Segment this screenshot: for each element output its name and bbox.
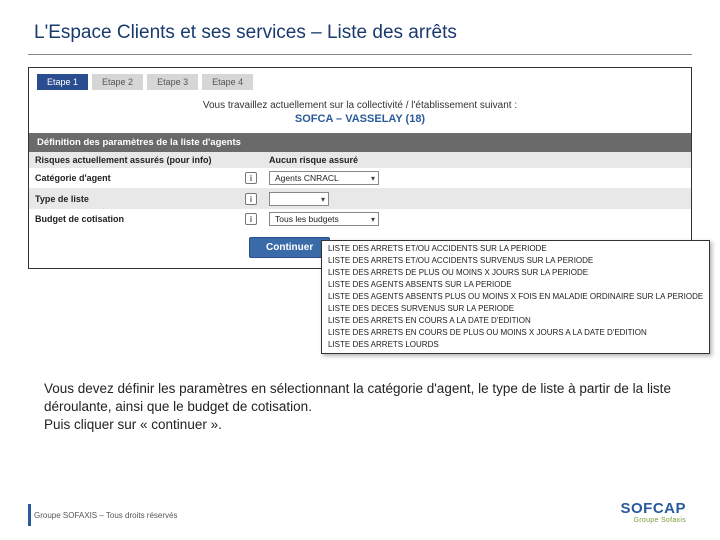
info-icon[interactable]: i: [245, 193, 257, 205]
chevron-down-icon: ▾: [371, 215, 375, 224]
risks-label: Risques actuellement assurés (pour info): [29, 152, 239, 168]
dropdown-option[interactable]: LISTE DES ARRETS LOURDS: [326, 339, 705, 351]
page-title: L'Espace Clients et ses services – Liste…: [0, 0, 720, 54]
brand-logo: SOFCAP Groupe Sofaxis: [620, 500, 686, 524]
params-section-header: Définition des paramètres de la liste d'…: [29, 133, 691, 152]
dropdown-option[interactable]: LISTE DES ARRETS EN COURS A LA DATE D'ED…: [326, 315, 705, 327]
row-budget: Budget de cotisation i Tous les budgets …: [29, 209, 691, 229]
budget-select[interactable]: Tous les budgets ▾: [269, 212, 379, 226]
dropdown-option[interactable]: LISTE DES ARRETS ET/OU ACCIDENTS SUR LA …: [326, 243, 705, 255]
type-label: Type de liste: [29, 188, 239, 209]
dropdown-option[interactable]: LISTE DES ARRETS DE PLUS OU MOINS X JOUR…: [326, 267, 705, 279]
working-on-label: Vous travaillez actuellement sur la coll…: [29, 98, 691, 111]
continue-button[interactable]: Continuer: [249, 237, 330, 258]
title-divider: [28, 54, 692, 55]
row-type: Type de liste i ▾: [29, 188, 691, 209]
info-icon[interactable]: i: [245, 172, 257, 184]
info-icon[interactable]: i: [245, 213, 257, 225]
logo-sub-text: Groupe Sofaxis: [620, 517, 686, 524]
category-select[interactable]: Agents CNRACL ▾: [269, 171, 379, 185]
budget-label: Budget de cotisation: [29, 209, 239, 229]
row-risks: Risques actuellement assurés (pour info)…: [29, 152, 691, 168]
dropdown-option[interactable]: LISTE DES ARRETS EN COURS DE PLUS OU MOI…: [326, 327, 705, 339]
dropdown-option[interactable]: LISTE DES AGENTS ABSENTS PLUS OU MOINS X…: [326, 291, 705, 303]
row-category: Catégorie d'agent i Agents CNRACL ▾: [29, 168, 691, 188]
logo-main-text: SOFCAP: [620, 500, 686, 517]
chevron-down-icon: ▾: [321, 195, 325, 204]
risks-value: Aucun risque assuré: [263, 152, 691, 168]
app-screenshot: Etape 1 Etape 2 Etape 3 Etape 4 Vous tra…: [28, 67, 692, 269]
params-table: Risques actuellement assurés (pour info)…: [29, 152, 691, 229]
caption-line-1: Vous devez définir les paramètres en sél…: [44, 381, 671, 414]
step-1[interactable]: Etape 1: [37, 74, 88, 90]
type-select[interactable]: ▾: [269, 192, 329, 206]
dropdown-option[interactable]: LISTE DES DECES SURVENUS SUR LA PERIODE: [326, 303, 705, 315]
caption-line-2: Puis cliquer sur « continuer ».: [44, 417, 222, 432]
wizard-steps: Etape 1 Etape 2 Etape 3 Etape 4: [29, 68, 691, 98]
slide-caption: Vous devez définir les paramètres en sél…: [44, 380, 676, 435]
entity-name: SOFCA – VASSELAY (18): [29, 111, 691, 133]
footer-accent-bar: [28, 504, 31, 526]
step-3[interactable]: Etape 3: [147, 74, 198, 90]
category-select-value: Agents CNRACL: [275, 173, 339, 183]
dropdown-option[interactable]: LISTE DES AGENTS ABSENTS SUR LA PERIODE: [326, 279, 705, 291]
footer-copyright: Groupe SOFAXIS – Tous droits réservés: [34, 511, 177, 520]
step-2[interactable]: Etape 2: [92, 74, 143, 90]
dropdown-option[interactable]: LISTE DES ARRETS ET/OU ACCIDENTS SURVENU…: [326, 255, 705, 267]
type-dropdown-list[interactable]: LISTE DES ARRETS ET/OU ACCIDENTS SUR LA …: [321, 240, 710, 354]
chevron-down-icon: ▾: [371, 174, 375, 183]
step-4[interactable]: Etape 4: [202, 74, 253, 90]
budget-select-value: Tous les budgets: [275, 214, 339, 224]
category-label: Catégorie d'agent: [29, 168, 239, 188]
